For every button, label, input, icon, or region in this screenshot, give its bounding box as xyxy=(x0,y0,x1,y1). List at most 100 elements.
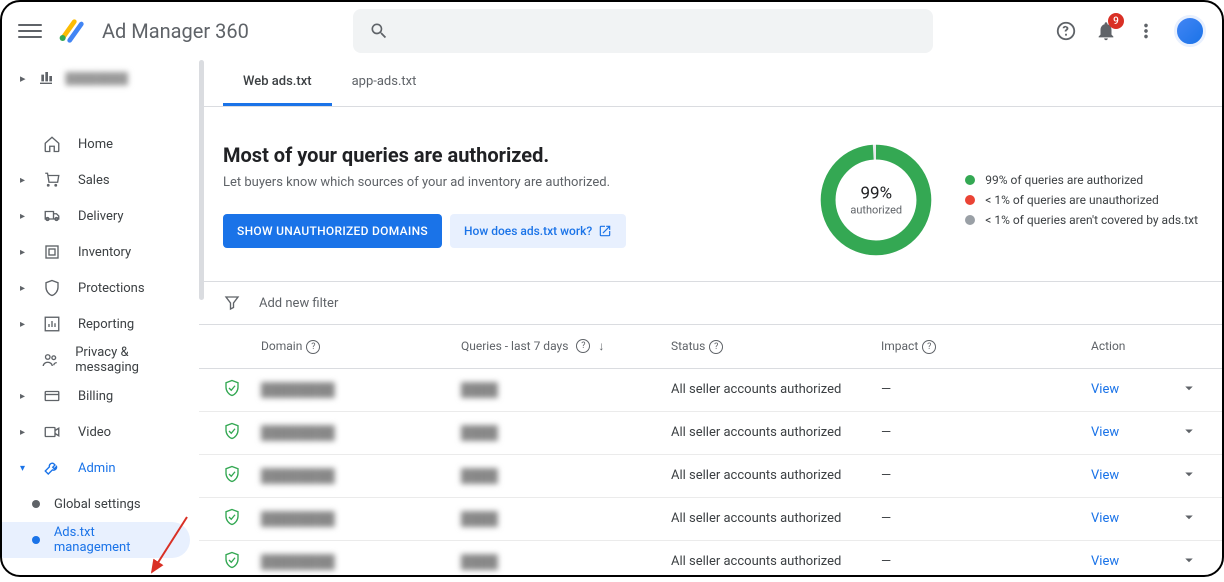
sidebar-subitem-global-settings[interactable]: Global settings xyxy=(2,486,198,522)
donut-label: authorized xyxy=(850,204,902,217)
legend-dot-not-covered xyxy=(965,215,975,225)
help-icon[interactable]: ? xyxy=(306,340,320,354)
card-icon xyxy=(43,387,61,405)
table-row: ████████ ████ All seller accounts author… xyxy=(199,455,1222,498)
chevron-down-icon[interactable] xyxy=(1180,422,1198,440)
account-selector[interactable]: ▸ ████████ xyxy=(2,60,198,96)
shield-check-icon xyxy=(223,508,241,526)
notifications-icon[interactable]: 9 xyxy=(1094,19,1118,43)
chevron-down-icon[interactable] xyxy=(1180,551,1198,569)
sidebar-item-label: Protections xyxy=(78,281,145,296)
help-icon[interactable]: ? xyxy=(709,340,723,354)
help-icon[interactable]: ? xyxy=(576,339,590,353)
page-title: Most of your queries are authorized. xyxy=(223,143,779,167)
sidebar-item-privacy[interactable]: Privacy & messaging xyxy=(2,342,198,378)
view-link[interactable]: View xyxy=(1091,511,1119,526)
queries-cell: ████ xyxy=(461,382,498,398)
col-domain[interactable]: Domain xyxy=(261,339,302,353)
sidebar-item-label: Global settings xyxy=(54,497,141,512)
sidebar-item-label: Home xyxy=(78,137,113,152)
sidebar-item-label: Billing xyxy=(78,389,113,404)
box-icon xyxy=(43,243,61,261)
col-action: Action xyxy=(1091,339,1125,353)
open-in-new-icon xyxy=(598,224,612,238)
queries-cell: ████ xyxy=(461,468,498,484)
domains-table: Domain? Queries - last 7 days?↓ Status? … xyxy=(199,325,1222,575)
more-icon[interactable] xyxy=(1134,19,1158,43)
impact-cell: — xyxy=(881,554,1091,569)
sidebar-item-label: Inventory xyxy=(78,245,131,260)
impact-cell: — xyxy=(881,468,1091,483)
sidebar-subitem-ads-txt[interactable]: Ads.txt management xyxy=(2,522,190,558)
sidebar-item-admin[interactable]: ▾Admin xyxy=(2,450,198,486)
help-icon[interactable] xyxy=(1054,19,1078,43)
sidebar-item-label: Admin xyxy=(78,461,116,476)
view-link[interactable]: View xyxy=(1091,468,1119,483)
sidebar-item-inventory[interactable]: ▸Inventory xyxy=(2,234,198,270)
people-icon xyxy=(41,351,59,369)
app-header: Ad Manager 360 9 xyxy=(2,2,1222,60)
chevron-down-icon[interactable] xyxy=(1180,508,1198,526)
table-row: ████████ ████ All seller accounts author… xyxy=(199,541,1222,575)
chevron-down-icon[interactable] xyxy=(1180,379,1198,397)
tab-web-ads-txt[interactable]: Web ads.txt xyxy=(223,60,332,106)
sidebar-item-label: Sales xyxy=(78,173,110,188)
tabs: Web ads.txt app-ads.txt xyxy=(199,60,1222,107)
sidebar-item-protections[interactable]: ▸Protections xyxy=(2,270,198,306)
tab-app-ads-txt[interactable]: app-ads.txt xyxy=(332,60,437,106)
filter-placeholder: Add new filter xyxy=(259,296,338,311)
status-cell: All seller accounts authorized xyxy=(671,468,881,483)
queries-cell: ████ xyxy=(461,425,498,441)
col-status[interactable]: Status xyxy=(671,339,705,353)
sidebar-item-video[interactable]: ▸Video xyxy=(2,414,198,450)
home-icon xyxy=(43,135,61,153)
sidebar-item-sales[interactable]: ▸Sales xyxy=(2,162,198,198)
page-subtitle: Let buyers know which sources of your ad… xyxy=(223,175,779,190)
app-title: Ad Manager 360 xyxy=(102,19,249,43)
donut-chart: 99% authorized xyxy=(819,143,933,257)
impact-cell: — xyxy=(881,382,1091,397)
scrollbar[interactable] xyxy=(199,60,204,300)
legend-dot-unauthorized xyxy=(965,195,975,205)
company-icon xyxy=(38,70,54,86)
chevron-down-icon[interactable] xyxy=(1180,465,1198,483)
view-link[interactable]: View xyxy=(1091,554,1119,569)
chart-legend: 99% of queries are authorized < 1% of qu… xyxy=(965,167,1198,233)
show-unauthorized-button[interactable]: SHOW UNAUTHORIZED DOMAINS xyxy=(223,214,442,248)
how-it-works-link[interactable]: How does ads.txt work? xyxy=(450,214,626,248)
filter-icon xyxy=(223,294,241,312)
sidebar-item-label: Reporting xyxy=(78,317,134,332)
truck-icon xyxy=(43,207,61,225)
status-cell: All seller accounts authorized xyxy=(671,511,881,526)
status-cell: All seller accounts authorized xyxy=(671,382,881,397)
view-link[interactable]: View xyxy=(1091,425,1119,440)
wrench-icon xyxy=(43,459,61,477)
sidebar: ▸ ████████ Home ▸Sales ▸Delivery ▸Invent… xyxy=(2,60,199,575)
status-cell: All seller accounts authorized xyxy=(671,425,881,440)
col-queries[interactable]: Queries - last 7 days xyxy=(461,339,568,353)
shield-check-icon xyxy=(223,551,241,569)
help-icon[interactable]: ? xyxy=(922,340,936,354)
sort-arrow-icon[interactable]: ↓ xyxy=(598,339,604,353)
shield-check-icon xyxy=(223,379,241,397)
search-input[interactable] xyxy=(353,9,933,53)
legend-dot-authorized xyxy=(965,175,975,185)
sidebar-item-home[interactable]: Home xyxy=(2,126,198,162)
sidebar-item-delivery[interactable]: ▸Delivery xyxy=(2,198,198,234)
table-row: ████████ ████ All seller accounts author… xyxy=(199,369,1222,412)
ad-manager-logo-icon xyxy=(58,17,86,45)
table-row: ████████ ████ All seller accounts author… xyxy=(199,412,1222,455)
table-row: ████████ ████ All seller accounts author… xyxy=(199,498,1222,541)
sidebar-item-billing[interactable]: ▸Billing xyxy=(2,378,198,414)
chart-icon xyxy=(43,315,61,333)
col-impact[interactable]: Impact xyxy=(881,339,918,353)
sidebar-item-reporting[interactable]: ▸Reporting xyxy=(2,306,198,342)
sidebar-item-label: Delivery xyxy=(78,209,124,224)
impact-cell: — xyxy=(881,425,1091,440)
sidebar-item-label: Video xyxy=(78,425,111,440)
user-avatar[interactable] xyxy=(1174,15,1206,47)
view-link[interactable]: View xyxy=(1091,382,1119,397)
filter-bar[interactable]: Add new filter xyxy=(199,281,1222,325)
main-content: Web ads.txt app-ads.txt Most of your que… xyxy=(199,60,1222,575)
hamburger-menu-icon[interactable] xyxy=(18,19,42,43)
